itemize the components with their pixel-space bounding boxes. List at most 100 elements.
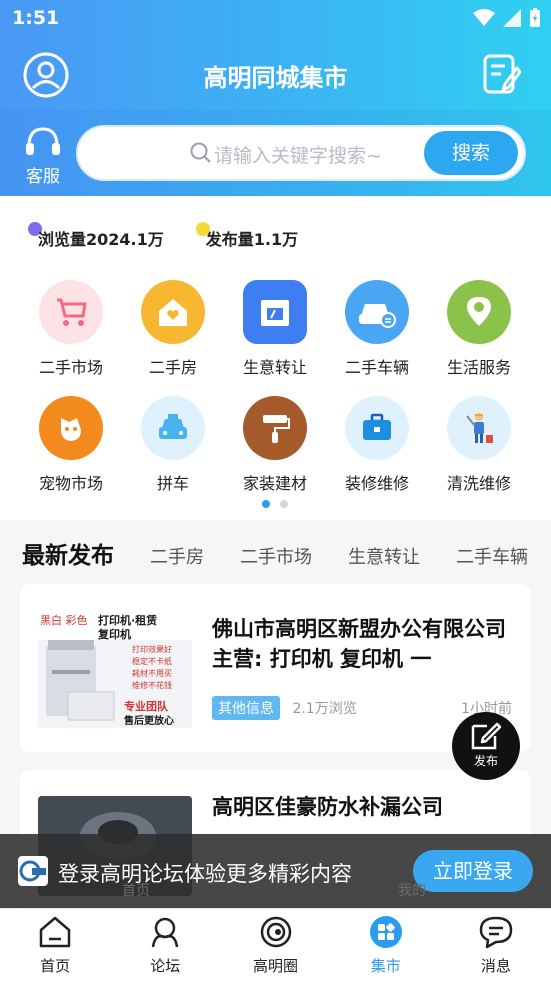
posts-text: 发布量1.1万 xyxy=(205,230,299,249)
nav-home[interactable]: 首页 xyxy=(0,909,110,981)
category-carpool[interactable]: 拼车 xyxy=(122,396,224,494)
nav-label: 高明圈 xyxy=(253,957,299,975)
message-icon xyxy=(479,916,513,949)
thumb-text-1: 黑白 彩色 xyxy=(40,613,88,627)
tab-second-hand-house[interactable]: 二手房 xyxy=(150,543,204,569)
forum-logo-icon xyxy=(18,856,48,886)
edit-document-icon xyxy=(483,54,522,94)
page-title: 高明同城集市 xyxy=(203,64,348,92)
nav-forum[interactable]: 论坛 xyxy=(110,909,220,981)
category-second-hand-market[interactable]: 二手市场 xyxy=(20,280,122,378)
location-pin-icon xyxy=(447,280,511,344)
nav-messages[interactable]: 消息 xyxy=(441,909,551,981)
post-views: 2.1万浏览 xyxy=(292,701,357,717)
category-business-transfer[interactable]: 生意转让 xyxy=(224,280,326,378)
category-second-hand-house[interactable]: 二手房 xyxy=(122,280,224,378)
nav-gaoming-circle[interactable]: 高明圈 xyxy=(220,909,330,981)
printer-ad-image: 黑白 彩色 打印机·租赁 复印机 打印效果好 稳定不卡纸 耗材不用买 维修不花钱… xyxy=(38,610,192,728)
title-bar: 高明同城集市 xyxy=(0,38,551,110)
post-card[interactable]: 黑白 彩色 打印机·租赁 复印机 打印效果好 稳定不卡纸 耗材不用买 维修不花钱… xyxy=(20,584,531,752)
nav-label: 论坛 xyxy=(150,957,181,975)
stroller-icon xyxy=(39,280,103,344)
post-thumbnail: 黑白 彩色 打印机·租赁 复印机 打印效果好 稳定不卡纸 耗材不用买 维修不花钱… xyxy=(38,610,192,728)
nav-label: 集市 xyxy=(370,957,401,975)
category-label: 装修维修 xyxy=(344,474,409,493)
login-prompt-text: 登录高明论坛体验更多精彩内容 xyxy=(58,862,352,886)
category-cleaning-repair[interactable]: 清洗维修 xyxy=(428,396,530,494)
bottom-nav: 首页 论坛 高明圈 集市 消息 xyxy=(0,908,551,981)
ghost-mine-label: 我的 xyxy=(398,883,426,899)
login-banner: 登录高明论坛体验更多精彩内容 立即登录 首页 我的 xyxy=(0,834,551,908)
cleaner-icon xyxy=(447,396,511,460)
shop-icon xyxy=(243,280,307,344)
paint-roller-icon xyxy=(243,396,307,460)
posts-stat: 发布量1.1万 xyxy=(195,222,299,250)
forum-icon xyxy=(152,917,179,948)
category-label: 清洗维修 xyxy=(446,474,511,493)
category-label: 生活服务 xyxy=(446,358,511,377)
circle-icon xyxy=(260,916,291,948)
tab-second-hand-market[interactable]: 二手市场 xyxy=(240,543,312,569)
post-tag: 其他信息 xyxy=(212,696,280,720)
views-stat: 浏览量2024.1万 xyxy=(28,222,164,250)
category-renovation-repair[interactable]: 装修维修 xyxy=(326,396,428,494)
wifi-icon xyxy=(473,9,495,26)
nav-label: 首页 xyxy=(40,957,71,975)
category-label: 拼车 xyxy=(156,474,189,493)
thumb-text-7: 维修不花钱 xyxy=(132,680,172,690)
login-now-button[interactable]: 立即登录 xyxy=(413,850,533,892)
thumb-text-3: 复印机 xyxy=(97,627,131,641)
market-icon xyxy=(369,916,402,948)
app-screen: 1:51 高明同城集市 客服 请输入关键字搜索~ 搜索 浏览量2024.1万 发… xyxy=(0,0,551,981)
search-icon xyxy=(190,142,211,163)
dog-icon xyxy=(39,396,103,460)
views-text: 浏览量2024.1万 xyxy=(38,230,164,249)
thumb-text-5: 稳定不卡纸 xyxy=(132,656,172,666)
taxi-icon xyxy=(141,396,205,460)
thumb-text-6: 耗材不用买 xyxy=(132,668,172,678)
category-panel: 浏览量2024.1万 发布量1.1万 二手市场 二手房 生意转让 二手车辆 生活… xyxy=(0,196,551,520)
post-title: 高明区佳豪防水补漏公司 xyxy=(212,795,443,819)
status-time: 1:51 xyxy=(12,7,60,29)
customer-service-button[interactable]: 客服 xyxy=(20,126,66,187)
publish-label: 发布 xyxy=(473,754,498,768)
main-content: 浏览量2024.1万 发布量1.1万 二手市场 二手房 生意转让 二手车辆 生活… xyxy=(0,196,551,910)
nav-market[interactable]: 集市 xyxy=(331,909,441,981)
signal-icon xyxy=(503,9,521,27)
battery-icon xyxy=(530,8,540,27)
tab-used-cars[interactable]: 二手车辆 xyxy=(456,543,528,569)
car-icon xyxy=(345,280,409,344)
category-life-services[interactable]: 生活服务 xyxy=(428,280,530,378)
status-bar: 1:51 xyxy=(0,0,551,38)
category-pet-market[interactable]: 宠物市场 xyxy=(20,396,122,494)
house-heart-icon xyxy=(141,280,205,344)
category-used-cars[interactable]: 二手车辆 xyxy=(326,280,428,378)
thumb-text-4: 打印效果好 xyxy=(132,644,172,654)
carousel-dot-active[interactable] xyxy=(262,500,270,508)
thumb-text-9: 售后更放心 xyxy=(124,714,174,727)
search-button[interactable]: 搜索 xyxy=(424,131,518,175)
customer-service-label: 客服 xyxy=(26,167,60,187)
thumb-text-8: 专业团队 xyxy=(124,699,169,713)
thumb-text-2: 打印机·租赁 xyxy=(98,613,157,627)
post-title: 佛山市高明区新盟办公有限公司 主营: 打印机 复印机 一 xyxy=(212,617,506,671)
ghost-home-label: 首页 xyxy=(122,883,150,899)
status-icons xyxy=(473,8,541,28)
tab-latest[interactable]: 最新发布 xyxy=(22,536,114,570)
carousel-dot[interactable] xyxy=(280,500,288,508)
publish-icon xyxy=(471,722,502,750)
category-label: 生意转让 xyxy=(242,358,307,377)
category-label: 二手市场 xyxy=(38,358,103,377)
category-label: 二手房 xyxy=(148,358,197,377)
post-edit-button[interactable] xyxy=(483,54,522,94)
search-row: 客服 请输入关键字搜索~ 搜索 xyxy=(0,110,551,196)
carousel-indicator xyxy=(262,500,288,508)
category-home-building-materials[interactable]: 家装建材 xyxy=(224,396,326,494)
stats-row: 浏览量2024.1万 发布量1.1万 xyxy=(28,222,299,250)
search-input[interactable]: 请输入关键字搜索~ 搜索 xyxy=(76,125,526,181)
category-label: 宠物市场 xyxy=(38,474,103,493)
publish-fab-button[interactable]: 发布 xyxy=(452,712,520,780)
tab-business-transfer[interactable]: 生意转让 xyxy=(348,543,420,569)
category-label: 二手车辆 xyxy=(344,358,409,377)
nav-label: 消息 xyxy=(480,957,511,975)
